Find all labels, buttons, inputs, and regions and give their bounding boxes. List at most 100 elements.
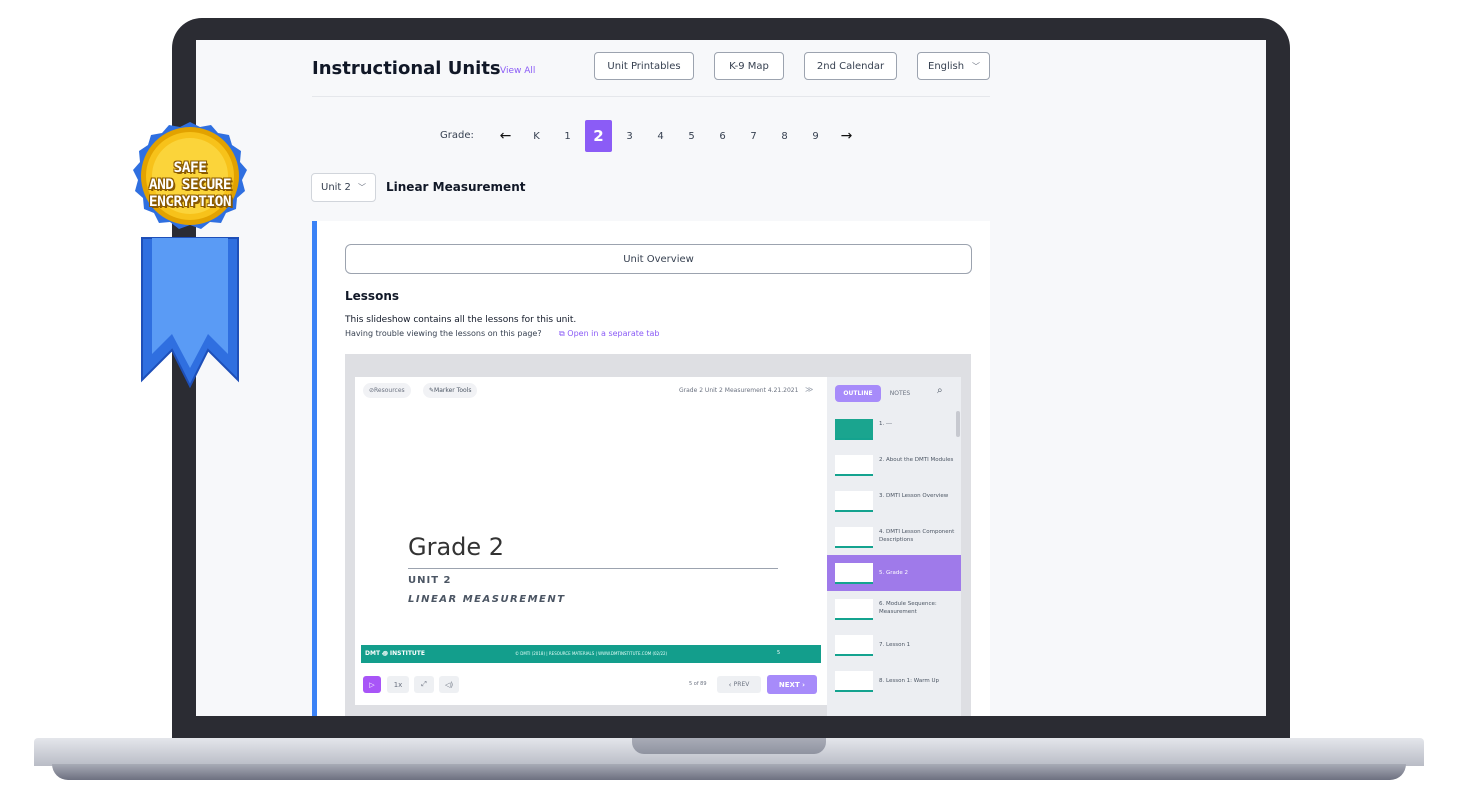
footer-copyright: © DMTI (2018) | RESOURCE MATERIALS | WWW… bbox=[515, 651, 668, 656]
trouble-text: Having trouble viewing the lessons on th… bbox=[345, 329, 542, 338]
open-separate-tab-link[interactable]: ⧉ Open in a separate tab bbox=[559, 329, 659, 339]
grade-5[interactable]: 5 bbox=[676, 120, 707, 152]
next-button[interactable]: NEXT › bbox=[767, 675, 817, 694]
unit-overview-button[interactable]: Unit Overview bbox=[345, 244, 972, 274]
next-label: NEXT bbox=[778, 680, 800, 689]
grade-3[interactable]: 3 bbox=[614, 120, 645, 152]
speed-button[interactable]: 1x bbox=[387, 676, 409, 693]
prev-button[interactable]: ‹ PREV bbox=[717, 676, 761, 693]
outline-item-selected[interactable]: 5. Grade 2 bbox=[827, 555, 961, 591]
outline-item[interactable]: 6. Module Sequence: Measurement bbox=[827, 591, 961, 627]
slide-thumbnail bbox=[835, 599, 873, 620]
slide-thumbnail bbox=[835, 527, 873, 548]
view-all-link[interactable]: View All bbox=[500, 66, 535, 76]
header-divider bbox=[312, 96, 990, 97]
slide-heading: Grade 2 bbox=[408, 533, 505, 561]
deck-title: Grade 2 Unit 2 Measurement 4.21.2021 bbox=[679, 387, 799, 394]
screen: Instructional Units View All Unit Printa… bbox=[196, 40, 1266, 716]
outline-item[interactable]: 7. Lesson 1 bbox=[827, 627, 961, 663]
k9-map-button[interactable]: K-9 Map bbox=[714, 52, 784, 80]
laptop-base-bottom bbox=[52, 764, 1406, 780]
open-link-label: Open in a separate tab bbox=[567, 329, 660, 338]
badge-line-1: SAFE bbox=[173, 160, 207, 176]
slide-thumbnail bbox=[835, 563, 873, 584]
grade-selector: ← K 1 2 3 4 5 6 7 8 9 → bbox=[490, 120, 862, 152]
slide-number: 5 bbox=[777, 650, 781, 656]
slide-thumbnail bbox=[835, 671, 873, 692]
lessons-heading: Lessons bbox=[345, 289, 399, 303]
grade-9[interactable]: 9 bbox=[800, 120, 831, 152]
outline-item[interactable]: 1. --- bbox=[827, 411, 961, 447]
outline-item-label: 3. DMTI Lesson Overview bbox=[879, 493, 949, 499]
unit-select[interactable]: Unit 2 ﹀ bbox=[311, 173, 376, 202]
lessons-description: This slideshow contains all the lessons … bbox=[345, 315, 577, 325]
chevron-down-icon: ﹀ bbox=[972, 62, 980, 71]
resources-label: Resources bbox=[374, 387, 405, 394]
grade-6[interactable]: 6 bbox=[707, 120, 738, 152]
grade-7[interactable]: 7 bbox=[738, 120, 769, 152]
outline-item[interactable]: 4. DMTI Lesson Component Descriptions bbox=[827, 519, 961, 555]
marker-tools-label: Marker Tools bbox=[434, 387, 472, 394]
slide-thumbnail bbox=[835, 491, 873, 512]
outline-item[interactable]: 3. DMTI Lesson Overview bbox=[827, 483, 961, 519]
slide-rule bbox=[408, 568, 778, 569]
resources-button[interactable]: ⊘ Resources bbox=[363, 383, 411, 398]
badge-line-3: ENCRYPTION bbox=[148, 194, 232, 210]
chevron-down-icon: ﹀ bbox=[358, 183, 366, 192]
grade-2-selected[interactable]: 2 bbox=[585, 120, 612, 152]
outline-item-label: 6. Module Sequence: Measurement bbox=[879, 601, 937, 615]
outline-item[interactable]: 8. Lesson 1: Warm Up bbox=[827, 663, 961, 699]
outline-item[interactable]: 2. About the DMTI Modules bbox=[827, 447, 961, 483]
unit-select-value: Unit 2 bbox=[321, 182, 351, 193]
collapse-icon[interactable]: ≫ bbox=[805, 385, 813, 394]
marker-tools-button[interactable]: ✎ Marker Tools bbox=[423, 383, 478, 398]
grade-label: Grade: bbox=[440, 130, 474, 141]
volume-button[interactable]: ◁) bbox=[439, 676, 459, 693]
outline-item-label: 2. About the DMTI Modules bbox=[879, 457, 954, 463]
prev-label: PREV bbox=[733, 681, 750, 688]
page-indicator: 5 of 89 bbox=[689, 681, 707, 687]
badge-line-2: AND SECURE bbox=[148, 177, 232, 193]
slideshow-viewer: ⊘ Resources ✎ Marker Tools Grade 2 Unit … bbox=[345, 354, 971, 716]
language-select[interactable]: English ﹀ bbox=[917, 52, 990, 80]
security-badge: SAFE AND SECURE ENCRYPTION bbox=[108, 118, 272, 390]
grade-8[interactable]: 8 bbox=[769, 120, 800, 152]
outline-item-label: 8. Lesson 1: Warm Up bbox=[879, 678, 940, 684]
play-icon: ▷ bbox=[369, 680, 375, 689]
badge-graphic bbox=[133, 122, 247, 389]
slide-footer: DMT ꩜ INSTITUTE © DMTI (2018) | RESOURCE… bbox=[361, 645, 821, 663]
fullscreen-button[interactable]: ⤢ bbox=[414, 676, 434, 693]
slide-thumbnail bbox=[835, 455, 873, 476]
dmti-logo: DMT ꩜ INSTITUTE bbox=[365, 650, 425, 657]
slide-unit: UNIT 2 bbox=[408, 575, 452, 586]
badge-text: SAFE AND SECURE ENCRYPTION bbox=[108, 160, 272, 211]
play-button[interactable]: ▷ bbox=[363, 676, 381, 693]
tab-notes[interactable]: NOTES bbox=[885, 385, 915, 402]
search-icon[interactable]: ⌕ bbox=[937, 385, 943, 396]
calendar-button[interactable]: 2nd Calendar bbox=[804, 52, 897, 80]
slide-thumbnail bbox=[835, 419, 873, 440]
unit-printables-button[interactable]: Unit Printables bbox=[594, 52, 694, 80]
grade-next-arrow-icon[interactable]: → bbox=[831, 120, 862, 152]
tab-outline[interactable]: OUTLINE bbox=[835, 385, 881, 402]
language-value: English bbox=[928, 60, 965, 72]
grade-4[interactable]: 4 bbox=[645, 120, 676, 152]
outline-item-label: 1. --- bbox=[879, 421, 892, 427]
unit-card: Unit Overview Lessons This slideshow con… bbox=[312, 221, 990, 716]
page-title: Instructional Units bbox=[312, 58, 501, 79]
chevron-right-icon: › bbox=[799, 680, 806, 689]
grade-prev-arrow-icon[interactable]: ← bbox=[490, 120, 521, 152]
outline-panel: OUTLINE NOTES ⌕ 1. --- 2. About the DMTI… bbox=[827, 377, 961, 716]
grade-k[interactable]: K bbox=[521, 120, 552, 152]
expand-icon: ⤢ bbox=[421, 680, 427, 688]
slide-area: ⊘ Resources ✎ Marker Tools Grade 2 Unit … bbox=[355, 377, 827, 705]
outline-item-label: 5. Grade 2 bbox=[879, 570, 909, 576]
outline-item-label: 4. DMTI Lesson Component Descriptions bbox=[879, 529, 955, 543]
slide-thumbnail bbox=[835, 635, 873, 656]
unit-title: Linear Measurement bbox=[386, 180, 526, 194]
speaker-icon: ◁) bbox=[444, 680, 454, 689]
laptop-notch bbox=[632, 738, 826, 754]
grade-1[interactable]: 1 bbox=[552, 120, 583, 152]
slide-subtitle: LINEAR MEASUREMENT bbox=[408, 594, 566, 605]
outline-item-label: 7. Lesson 1 bbox=[879, 642, 911, 648]
